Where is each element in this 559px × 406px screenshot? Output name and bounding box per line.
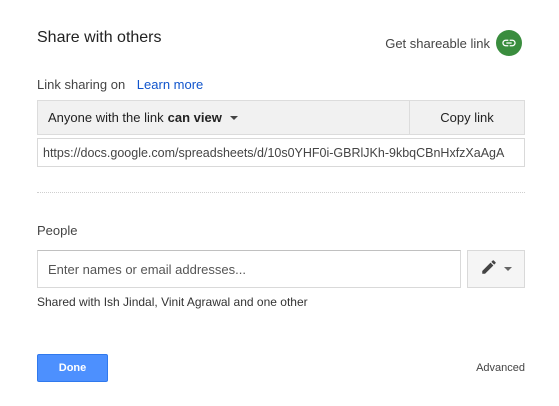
share-url-field[interactable] bbox=[37, 138, 525, 167]
shared-with-text: Shared with Ish Jindal, Vinit Agrawal an… bbox=[37, 295, 308, 309]
learn-more-link[interactable]: Learn more bbox=[137, 77, 203, 92]
get-shareable-link-label: Get shareable link bbox=[385, 35, 490, 51]
link-access-bar: Anyone with the link can view Copy link bbox=[37, 100, 525, 135]
pencil-icon bbox=[480, 258, 498, 281]
link-sharing-row: Link sharing on Learn more bbox=[37, 77, 203, 92]
access-prefix: Anyone with the link bbox=[48, 110, 164, 125]
chevron-down-icon bbox=[229, 115, 238, 120]
chevron-down-icon bbox=[504, 267, 512, 271]
permission-dropdown-button[interactable] bbox=[467, 250, 525, 288]
people-input[interactable] bbox=[37, 250, 461, 288]
get-shareable-link-button[interactable]: Get shareable link bbox=[385, 30, 522, 56]
people-label: People bbox=[37, 223, 78, 238]
dialog-title: Share with others bbox=[37, 29, 162, 46]
link-icon[interactable] bbox=[496, 30, 522, 56]
access-level: can view bbox=[167, 110, 222, 125]
section-divider bbox=[37, 192, 525, 193]
done-button[interactable]: Done bbox=[37, 354, 108, 382]
copy-link-button[interactable]: Copy link bbox=[409, 101, 524, 134]
link-sharing-status: Link sharing on bbox=[37, 77, 126, 92]
advanced-link[interactable]: Advanced bbox=[476, 362, 525, 374]
access-level-dropdown[interactable]: Anyone with the link can view bbox=[38, 101, 409, 134]
